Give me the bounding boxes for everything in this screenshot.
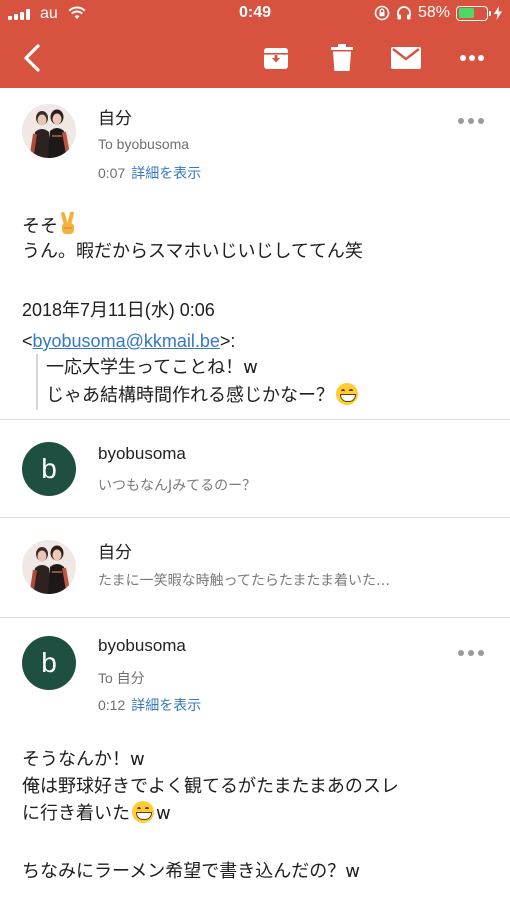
- message-body-line: そうなんか！w: [22, 749, 145, 770]
- grinning-emoji: [132, 801, 154, 823]
- message-thread: 自分 To byobusoma 0:07 詳細を表示 そそ うん。暇だからスマホい…: [0, 88, 510, 907]
- message-collapsed[interactable]: 自分 たまに一笑暇な時触ってたらたまたま着いた…: [0, 518, 510, 618]
- avatar[interactable]: b: [22, 636, 76, 690]
- delete-button[interactable]: [324, 38, 360, 78]
- message-time-line: 0:07 詳細を表示: [98, 163, 201, 183]
- quote-email-link[interactable]: byobusoma@kkmail.be: [33, 331, 220, 351]
- back-icon: [24, 44, 40, 72]
- trash-icon: [331, 44, 353, 71]
- recipient-line: To byobusoma: [98, 136, 190, 152]
- sender-name: byobusoma: [98, 636, 186, 655]
- quoted-text: 一応大学生ってことね！w じゃあ結構時間作れる感じかなー？: [36, 354, 360, 410]
- grinning-emoji: [336, 383, 358, 405]
- back-button[interactable]: [12, 38, 52, 78]
- message-snippet: いつもなんJみてるのー？: [98, 478, 257, 494]
- message-expanded: 自分 To byobusoma 0:07 詳細を表示 そそ うん。暇だからスマホい…: [0, 88, 510, 420]
- mail-icon: [391, 47, 421, 69]
- quote-date: 2018年7月11日(水) 0:06: [22, 300, 215, 320]
- rotation-lock-icon: [374, 5, 390, 21]
- status-bar: au 0:49 58%: [0, 0, 510, 30]
- avatar[interactable]: b: [22, 442, 76, 496]
- message-body-line: そそ: [22, 212, 492, 239]
- message-time: 0:07: [98, 165, 126, 181]
- app-header: au 0:49 58%: [0, 0, 510, 88]
- quote-sender: <byobusoma@kkmail.be>:: [22, 331, 236, 351]
- message-time: 0:12: [98, 697, 126, 713]
- avatar[interactable]: [22, 540, 76, 594]
- avatar[interactable]: [22, 104, 76, 158]
- message-body-line: に行き着いた w: [22, 801, 171, 824]
- message-snippet: たまに一笑暇な時触ってたらたまたま着いた…: [98, 573, 391, 589]
- message-expanded: b byobusoma To 自分 0:12 詳細を表示 そうなんか！w 俺は野球…: [0, 618, 510, 907]
- message-more-icon[interactable]: [458, 649, 484, 657]
- battery-icon: [456, 5, 491, 21]
- battery-percent: 58%: [417, 4, 450, 21]
- archive-button[interactable]: [258, 38, 294, 78]
- charging-icon: [494, 6, 502, 20]
- recipient-line: To 自分: [98, 670, 145, 686]
- mark-unread-button[interactable]: [388, 38, 424, 78]
- message-body-line: 俺は野球好きでよく観てるがたまたまあのスレ: [22, 776, 399, 797]
- headphones-icon: [397, 6, 411, 20]
- message-more-icon[interactable]: [458, 117, 484, 125]
- message-body-line: ちなみにラーメン希望で書き込んだの？w: [22, 861, 360, 882]
- show-details-link[interactable]: 詳細を表示: [131, 165, 201, 181]
- quote-line: 一応大学生ってことね！w: [46, 357, 258, 378]
- sender-name: byobusoma: [98, 444, 186, 463]
- message-time-line: 0:12 詳細を表示: [98, 695, 201, 715]
- message-body-line: うん。暇だからスマホいじいじしててん笑: [22, 241, 363, 262]
- more-icon: [460, 55, 484, 61]
- message-collapsed[interactable]: b byobusoma いつもなんJみてるのー？: [0, 420, 510, 518]
- quote-line: じゃあ結構時間作れる感じかなー？: [46, 382, 360, 410]
- sender-name: 自分: [98, 543, 132, 562]
- archive-icon: [264, 48, 288, 69]
- more-options-button[interactable]: [452, 38, 492, 78]
- sender-name: 自分: [98, 109, 132, 128]
- victory-hand-emoji: [61, 212, 74, 234]
- show-details-link[interactable]: 詳細を表示: [131, 697, 201, 713]
